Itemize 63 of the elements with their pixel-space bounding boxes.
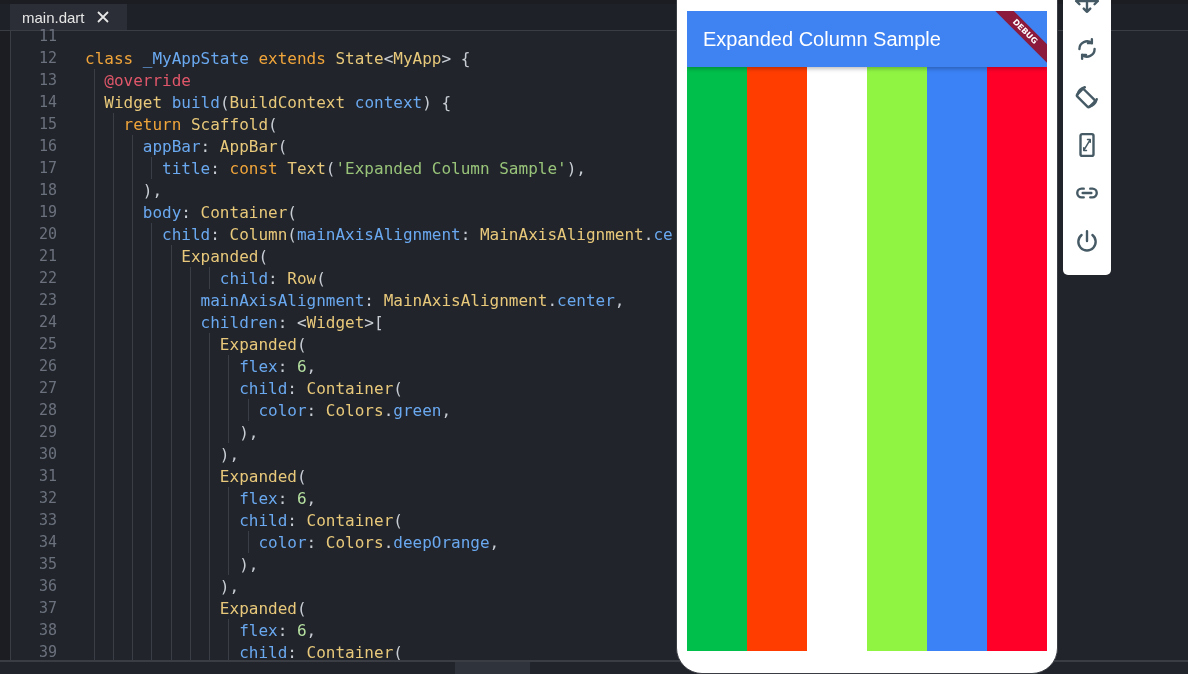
scrollbar-thumb[interactable]: [455, 662, 530, 674]
line-number: 17: [37, 159, 57, 177]
line-number: 30: [37, 445, 57, 463]
line-number: 25: [37, 335, 57, 353]
line-number: 31: [37, 467, 57, 485]
line-number: 37: [37, 599, 57, 617]
code-line: Expanded(: [218, 466, 307, 486]
code-line: Widget build(BuildContext context) {: [103, 92, 452, 112]
line-number: 27: [37, 379, 57, 397]
line-number: 19: [37, 203, 57, 221]
line-number: 14: [37, 93, 57, 111]
code-line: child: Container(: [238, 378, 403, 398]
code-line: children: <Widget>[: [199, 312, 384, 332]
code-line: title: const Text('Expanded Column Sample'),: [161, 158, 586, 178]
code-line: ),: [218, 444, 240, 464]
screen-rotation-icon[interactable]: [1074, 84, 1100, 110]
line-number: 28: [37, 401, 57, 419]
line-number: 26: [37, 357, 57, 375]
code-line: ),: [141, 180, 163, 200]
code-line: color: Colors.deepOrange,: [257, 532, 500, 552]
code-line: ),: [218, 576, 240, 596]
file-tab[interactable]: main.dart: [10, 4, 127, 30]
line-number: 13: [37, 71, 57, 89]
line-number: 34: [37, 533, 57, 551]
line-number: 39: [37, 643, 57, 660]
code-line: Expanded(: [180, 246, 269, 266]
line-number: 24: [37, 313, 57, 331]
line-number: 29: [37, 423, 57, 441]
code-line: color: Colors.green,: [257, 400, 452, 420]
code-line: child: Column(mainAxisAlignment: MainAxisAlignment.ce: [161, 224, 673, 244]
line-number: 11: [37, 27, 57, 45]
close-icon[interactable]: [96, 11, 109, 23]
line-number: 33: [37, 511, 57, 529]
code-line: ),: [238, 422, 259, 442]
code-line: body: Container(: [141, 202, 297, 222]
code-line: flex: 6,: [238, 488, 317, 508]
code-line: child: Container(: [238, 642, 403, 660]
line-number: 20: [37, 225, 57, 243]
line-number: 22: [37, 269, 57, 287]
line-number: 23: [37, 291, 57, 309]
line-number: 21: [37, 247, 57, 265]
code-line: flex: 6,: [238, 620, 317, 640]
code-line: class _MyAppState extends State<MyApp> {: [85, 48, 471, 68]
code-line: return Scaffold(: [122, 114, 278, 134]
line-number: 36: [37, 577, 57, 595]
code-line: flex: 6,: [238, 356, 317, 376]
code-line: Expanded(: [218, 598, 307, 618]
code-line: @override: [103, 70, 191, 90]
code-line: appBar: AppBar(: [141, 136, 288, 156]
code-line: child: Row(: [218, 268, 326, 288]
app-bar-title: Expanded Column Sample: [703, 27, 941, 51]
line-number: 38: [37, 621, 57, 639]
line-number: 18: [37, 181, 57, 199]
code-line: child: Container(: [238, 510, 403, 530]
line-number: 15: [37, 115, 57, 133]
power-icon[interactable]: [1074, 228, 1100, 254]
code-line: mainAxisAlignment: MainAxisAlignment.center,: [199, 290, 625, 310]
line-number: 12: [37, 49, 57, 67]
code-line: ),: [238, 554, 259, 574]
line-number: 16: [37, 137, 57, 155]
line-number: 32: [37, 489, 57, 507]
line-number: 35: [37, 555, 57, 573]
code-line: Expanded(: [218, 334, 307, 354]
